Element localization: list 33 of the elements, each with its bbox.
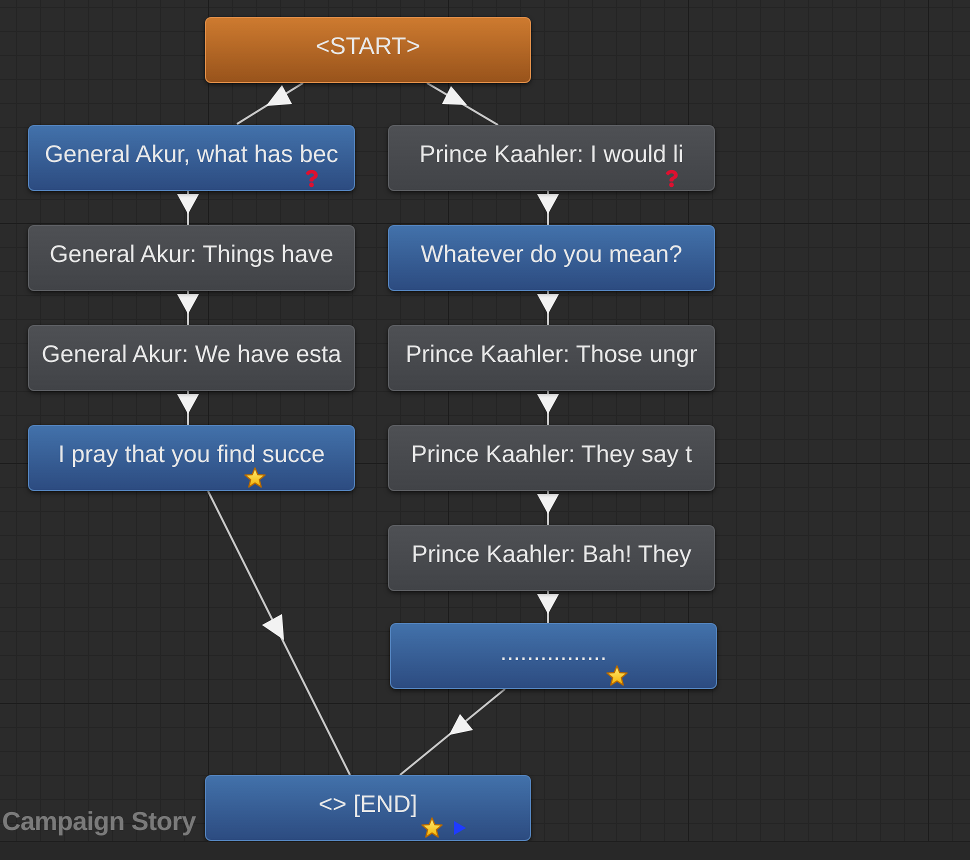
node-text: Whatever do you mean? bbox=[420, 241, 682, 269]
connector-arrow bbox=[177, 391, 199, 425]
choice-node[interactable]: General Akur, what has bec bbox=[28, 125, 355, 191]
dialogue-node[interactable]: Prince Kaahler: Those ungr bbox=[388, 325, 715, 391]
connector-arrow bbox=[537, 191, 559, 225]
choice-node[interactable]: Whatever do you mean? bbox=[388, 225, 715, 291]
connector-arrow bbox=[537, 491, 559, 525]
node-text: ................ bbox=[500, 639, 607, 667]
node-text: General Akur: We have esta bbox=[42, 341, 342, 369]
connector-arrow bbox=[177, 291, 199, 325]
choice-node[interactable]: ................ bbox=[390, 623, 717, 689]
node-text: General Akur: Things have bbox=[50, 241, 334, 269]
connector-arrow bbox=[236, 82, 304, 125]
connector-arrow bbox=[177, 191, 199, 225]
connector-arrow bbox=[537, 391, 559, 425]
node-text: General Akur, what has bec bbox=[44, 141, 338, 169]
dialogue-node[interactable]: Prince Kaahler: Bah! They bbox=[388, 525, 715, 591]
node-text: <> [END] bbox=[318, 791, 418, 819]
connector-arrow bbox=[537, 591, 559, 623]
canvas-title: Campaign Story bbox=[2, 806, 196, 836]
dialogue-node[interactable]: Prince Kaahler: They say t bbox=[388, 425, 715, 491]
node-text: <START> bbox=[316, 33, 420, 61]
choice-node[interactable]: I pray that you find succe bbox=[28, 425, 355, 491]
node-text: I pray that you find succe bbox=[58, 441, 325, 469]
node-text: Prince Kaahler: They say t bbox=[410, 441, 692, 469]
connector-arrow bbox=[537, 291, 559, 325]
dialogue-node[interactable]: Prince Kaahler: I would li bbox=[388, 125, 715, 191]
node-text: Prince Kaahler: Those ungr bbox=[406, 341, 698, 369]
end-node[interactable]: <> [END] bbox=[205, 775, 531, 841]
node-text: Prince Kaahler: I would li bbox=[419, 141, 684, 169]
node-text: Prince Kaahler: Bah! They bbox=[412, 541, 692, 569]
dialogue-node[interactable]: General Akur: Things have bbox=[28, 225, 355, 291]
dialogue-node[interactable]: General Akur: We have esta bbox=[28, 325, 355, 391]
